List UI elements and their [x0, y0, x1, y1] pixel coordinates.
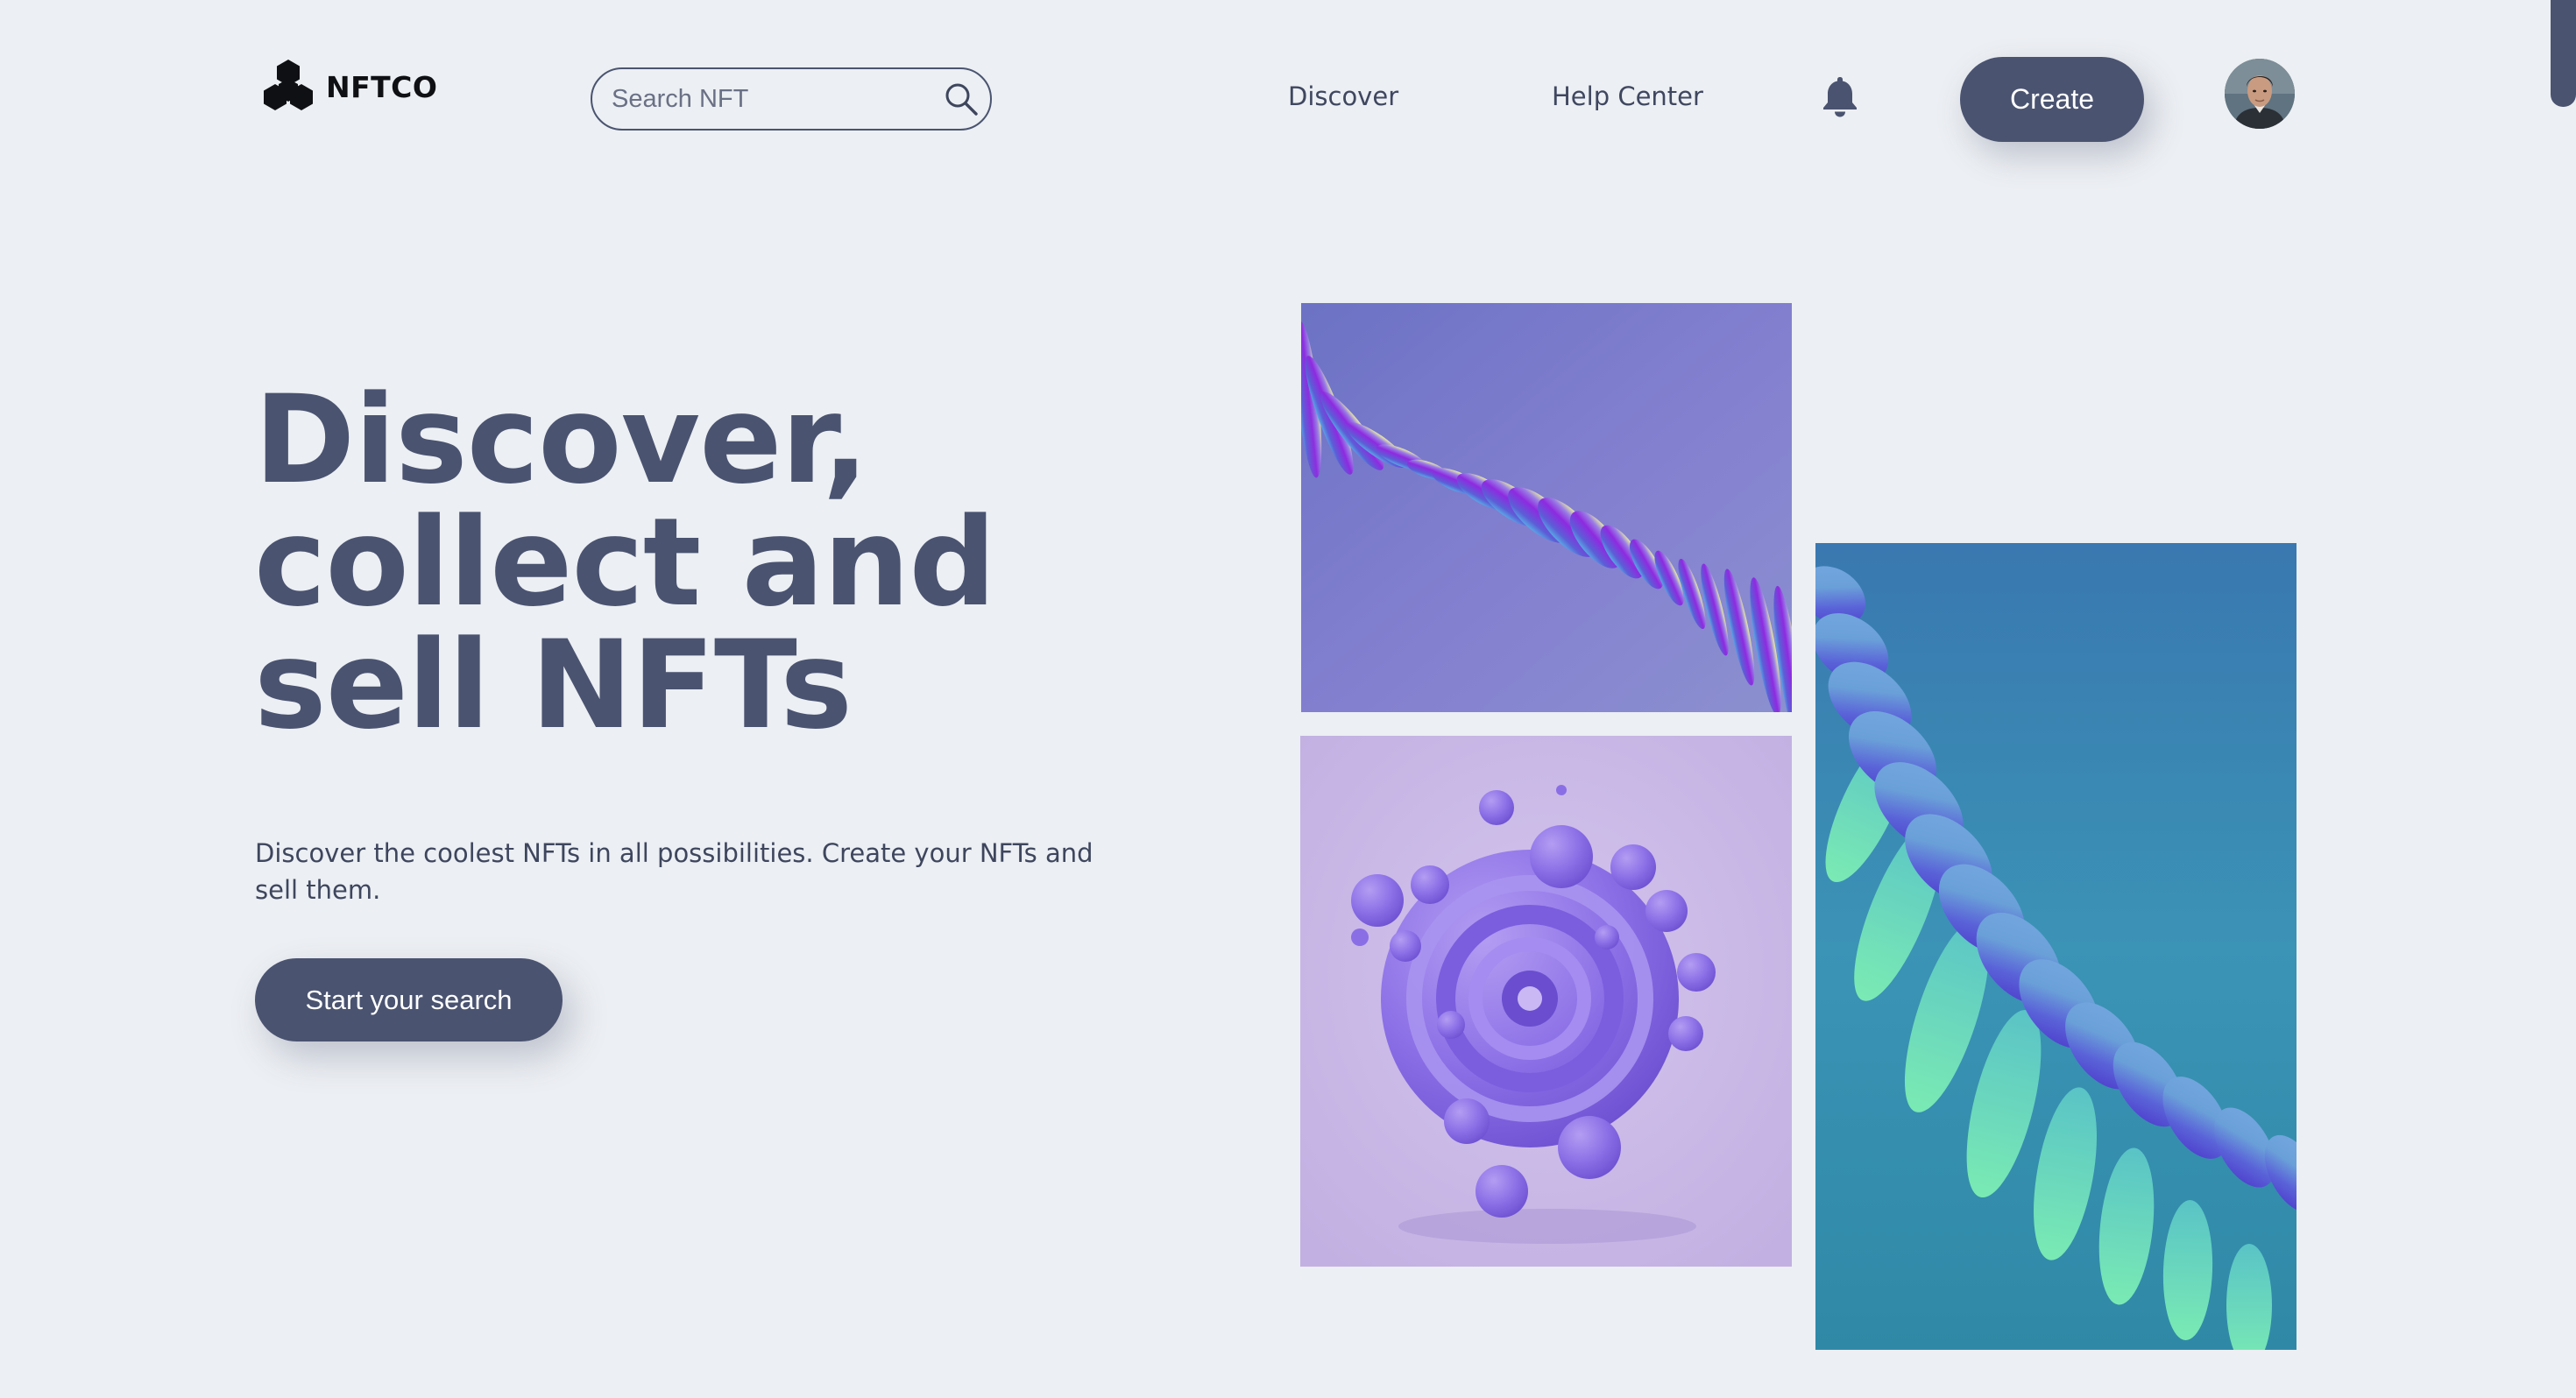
- search-bar: [591, 67, 992, 131]
- hero-title: Discover, collect and sell NFTs: [254, 378, 1130, 746]
- brand-logo[interactable]: NFTCO: [259, 58, 437, 116]
- search-input[interactable]: [610, 83, 944, 115]
- brand-name: NFTCO: [326, 69, 438, 104]
- hero-title-line-2: collect and: [254, 491, 996, 633]
- hero-description: Discover the coolest NFTs in all possibi…: [255, 838, 1093, 905]
- user-avatar[interactable]: [2225, 59, 2295, 129]
- page-scrollbar-thumb[interactable]: [2551, 0, 2576, 107]
- start-search-button[interactable]: Start your search: [255, 958, 563, 1041]
- search-icon[interactable]: [944, 80, 979, 118]
- nav-help-center-link[interactable]: Help Center: [1552, 81, 1703, 111]
- nft-artwork-purple-ribbon[interactable]: [1301, 303, 1792, 712]
- bell-icon[interactable]: [1821, 74, 1859, 117]
- landing-page: NFTCO Discover Help Center Create: [0, 0, 2576, 1398]
- hero-title-line-3: sell NFTs: [254, 614, 853, 756]
- hero-title-line-1: Discover,: [254, 369, 868, 511]
- create-button[interactable]: Create: [1960, 57, 2144, 142]
- nft-artwork-lilac-swirl[interactable]: [1300, 736, 1792, 1267]
- nav-discover-link[interactable]: Discover: [1288, 81, 1398, 111]
- nft-artwork-teal-ribbon[interactable]: [1815, 543, 2296, 1350]
- hexagon-cluster-logo-icon: [259, 58, 317, 116]
